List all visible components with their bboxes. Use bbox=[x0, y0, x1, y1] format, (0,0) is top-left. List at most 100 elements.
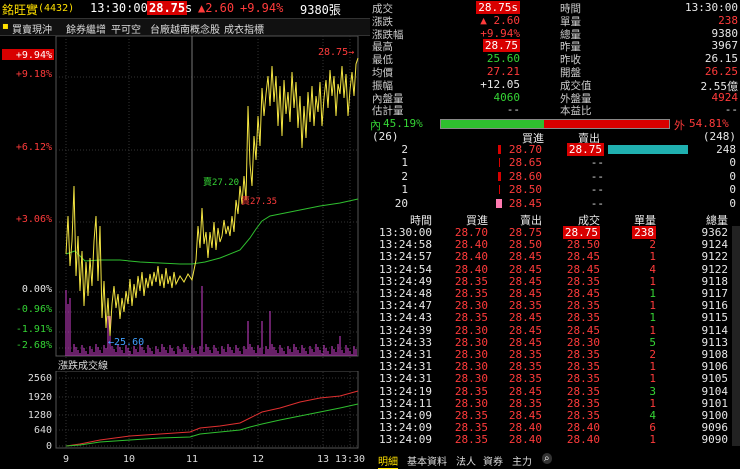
quote-value: 27.21 bbox=[486, 65, 520, 78]
tick-cell: 1 bbox=[649, 287, 656, 300]
header-change-pct: +9.94% bbox=[240, 1, 284, 15]
tick-cell: 13:24:57 bbox=[379, 250, 432, 264]
y-label: -2.68% bbox=[16, 340, 52, 351]
tick-cell: 9104 bbox=[701, 384, 729, 398]
tick-cell: 28.35 bbox=[454, 421, 488, 435]
tick-cell: 28.45 bbox=[566, 262, 600, 276]
y-label: +3.06% bbox=[16, 214, 52, 225]
tick-cell: 13:24:43 bbox=[379, 311, 432, 325]
quote-label: 本益比 bbox=[560, 105, 592, 118]
ask-total: (248) bbox=[702, 130, 736, 143]
tick-cell: 28.30 bbox=[454, 372, 488, 386]
y-label: -1.91% bbox=[16, 324, 52, 335]
tick-cell: 28.35 bbox=[566, 274, 600, 288]
tick-cell: 13:24:54 bbox=[379, 262, 432, 276]
sell-27-20-annotation: 賣27.20 bbox=[203, 176, 239, 188]
bid-qty: 2 bbox=[401, 169, 408, 183]
quote-value: 26.15 bbox=[704, 52, 738, 66]
tab-basic-info[interactable]: 基本資料 bbox=[407, 453, 447, 468]
tick-cell: 28.30 bbox=[566, 335, 600, 349]
tick-cell: 28.45 bbox=[508, 262, 542, 276]
header-time: 13:30:00 bbox=[90, 1, 148, 15]
tick-cell: 28.40 bbox=[566, 433, 600, 447]
quote-label: 成交值 bbox=[560, 79, 592, 92]
quote-value: 28.75s bbox=[476, 1, 520, 14]
header-price: 28.75 bbox=[147, 1, 188, 15]
tick-cell: 9106 bbox=[701, 360, 729, 374]
tick-cell: 1 bbox=[649, 360, 656, 374]
search-icon[interactable]: ⌕ bbox=[542, 453, 552, 464]
tick-cell: 28.30 bbox=[454, 396, 488, 410]
tick-cell: 1 bbox=[649, 299, 656, 313]
volume-axis-label: 1280 bbox=[28, 410, 52, 421]
header-price-flag: s bbox=[185, 1, 193, 15]
ask-qty: 248 bbox=[716, 143, 736, 156]
tick-cell: 28.70 bbox=[454, 226, 488, 239]
tick-cell: 9118 bbox=[701, 274, 729, 288]
volume-axis-label: 0 bbox=[46, 441, 52, 452]
bid-price: 28.70 bbox=[508, 143, 542, 156]
header-volume: 9380張 bbox=[300, 3, 341, 17]
tick-cell: 28.75 bbox=[562, 226, 600, 239]
tick-cell: 9116 bbox=[701, 299, 729, 313]
tick-cell: 1 bbox=[649, 433, 656, 447]
quote-label: 開盤 bbox=[560, 67, 581, 79]
tab-margin[interactable]: 資券 bbox=[483, 453, 503, 468]
quote-label: 外盤量 bbox=[560, 92, 592, 105]
y-label: +9.18% bbox=[16, 69, 52, 80]
tick-scrollbar[interactable] bbox=[732, 226, 740, 446]
quote-value: -- bbox=[506, 103, 520, 117]
intraday-chart[interactable]: +9.94% +9.18% +6.12% +3.06% 0.00% -0.96% -1.91… bbox=[0, 36, 370, 467]
bid-header: 買進 bbox=[522, 132, 544, 145]
tab-main-force[interactable]: 主力 bbox=[512, 453, 532, 468]
tick-cell: 13:24:09 bbox=[379, 409, 432, 422]
tag-short-sell[interactable]: 平可空 bbox=[111, 21, 141, 36]
tick-cell: 13:24:19 bbox=[379, 384, 432, 398]
tag-vietnam-concept[interactable]: 台廠越南概念股 bbox=[150, 21, 220, 36]
volume-axis-labels: 2560 1920 1280 640 0 bbox=[28, 373, 52, 452]
tick-cell: 28.35 bbox=[508, 348, 542, 361]
bid-price: 28.65 bbox=[508, 156, 542, 170]
inner-volume-line bbox=[65, 403, 359, 447]
tick-cell: 28.30 bbox=[454, 335, 488, 349]
tab-institutional[interactable]: 法人 bbox=[456, 453, 476, 468]
tag-apparel[interactable]: 成衣指標 bbox=[224, 21, 264, 36]
price-line bbox=[65, 57, 359, 337]
stock-code: (4432) bbox=[38, 3, 75, 14]
ask-header: 賣出 bbox=[578, 132, 600, 145]
tag-toolbar: ▪ 買賣現沖 餘券繼增 平可空 台廠越南概念股 成衣指標 bbox=[0, 18, 370, 36]
tick-cell: 28.40 bbox=[566, 421, 600, 435]
bid-price: 28.60 bbox=[508, 169, 542, 183]
ask-qty: 0 bbox=[729, 156, 736, 170]
menu-icon[interactable]: ▪ bbox=[2, 21, 9, 32]
tag-short-increase[interactable]: 餘券繼增 bbox=[66, 21, 106, 36]
tick-cell: 28.40 bbox=[454, 238, 488, 252]
time-axis-label: 12 bbox=[252, 454, 264, 465]
average-price-line bbox=[65, 198, 359, 265]
ratio-inner-fill bbox=[441, 120, 545, 128]
tick-cell: 13:24:39 bbox=[379, 323, 432, 337]
ask-bar bbox=[608, 145, 688, 154]
tick-cell: 28.35 bbox=[566, 372, 600, 386]
stock-name: 銘旺實 bbox=[2, 3, 39, 17]
tick-cell: 28.45 bbox=[508, 274, 542, 288]
tick-table[interactable]: 時間 買進 賣出 成交 單量 總量 13:30:00 28.70 28.75 28.75 238 93… bbox=[370, 212, 740, 450]
ask-price: -- bbox=[590, 169, 604, 183]
tick-cell: 28.35 bbox=[508, 299, 542, 313]
low-annotation: ←25.60 bbox=[108, 337, 144, 348]
tick-cell: 28.45 bbox=[508, 287, 542, 300]
bid-total: (26) bbox=[372, 130, 399, 143]
tick-cell: 9108 bbox=[701, 348, 729, 361]
tick-cell: 13:24:33 bbox=[379, 335, 432, 349]
tick-header: 成交 bbox=[578, 214, 600, 227]
header-change: ▲2.60 bbox=[198, 1, 235, 15]
tick-cell: 28.45 bbox=[566, 323, 600, 337]
tick-cell: 9113 bbox=[701, 335, 729, 349]
tick-cell: 9115 bbox=[701, 311, 729, 325]
volume-axis-label: 1920 bbox=[28, 392, 52, 403]
quote-label: 時間 bbox=[560, 3, 581, 15]
tick-cell: 9124 bbox=[701, 238, 729, 252]
tag-day-trade[interactable]: 買賣現沖 bbox=[12, 21, 52, 36]
tick-cell: 1 bbox=[649, 274, 656, 288]
tick-cell: 13:30:00 bbox=[379, 226, 432, 239]
